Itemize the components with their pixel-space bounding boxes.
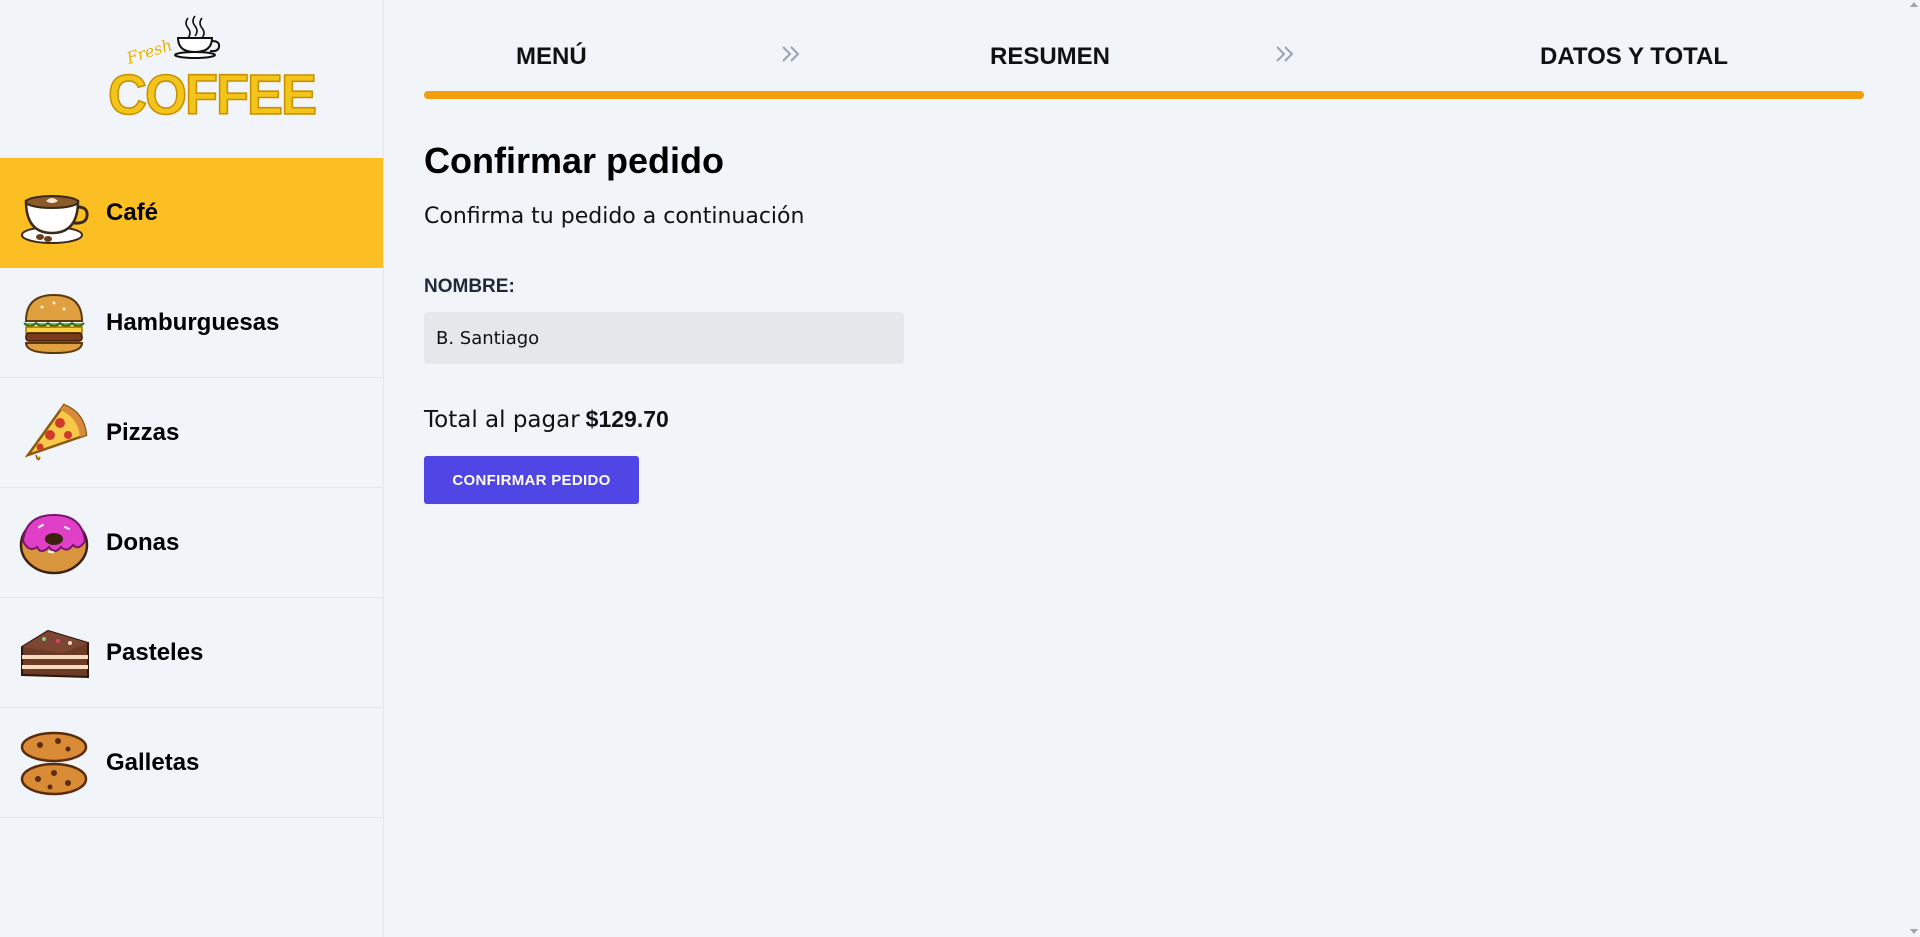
- category-item-donas[interactable]: Donas: [0, 488, 383, 598]
- double-chevron-right-icon: [782, 46, 800, 62]
- category-item-pasteles[interactable]: Pasteles: [0, 598, 383, 708]
- name-field-label: NOMBRE:: [424, 276, 515, 297]
- category-label: Café: [106, 198, 159, 226]
- burger-icon: [23, 293, 85, 354]
- category-label: Hamburguesas: [106, 308, 280, 336]
- category-item-hamburguesas[interactable]: Hamburguesas: [0, 268, 383, 378]
- cookies-icon: [20, 731, 88, 795]
- order-steps: MENÚ RESUMEN DATOS Y TOTAL: [424, 38, 1864, 78]
- donut-icon: [19, 513, 89, 574]
- step-resumen[interactable]: RESUMEN: [990, 43, 1110, 71]
- step-menu[interactable]: MENÚ: [516, 43, 587, 71]
- fresh-coffee-logo[interactable]: Fresh COFFEE: [100, 14, 318, 127]
- category-item-galletas[interactable]: Galletas: [0, 708, 383, 818]
- step-datos-y-total[interactable]: DATOS Y TOTAL: [1540, 43, 1728, 71]
- name-field[interactable]: [424, 312, 904, 364]
- logo-word-text: COFFEE: [107, 63, 318, 128]
- coffee-cup-logo-icon: [174, 15, 221, 59]
- category-label: Galletas: [106, 748, 200, 776]
- scroll-down-arrow-icon[interactable]: [1910, 929, 1918, 934]
- total-amount: $129.70: [585, 406, 669, 432]
- progress-bar-fill: [424, 91, 1864, 99]
- cake-slice-icon: [21, 629, 89, 678]
- category-item-cafe[interactable]: Café: [0, 158, 383, 268]
- page-title: Confirmar pedido: [424, 140, 725, 181]
- page-subtitle: Confirma tu pedido a continuación: [424, 204, 805, 229]
- double-chevron-right-icon: [1276, 46, 1294, 62]
- order-total: Total al pagar $129.70: [424, 406, 669, 433]
- category-label: Donas: [106, 528, 180, 556]
- pizza-slice-icon: [24, 402, 88, 460]
- sidebar: Fresh COFFEE Café Hamburguesas Pizzas Do…: [0, 0, 384, 937]
- coffee-cup-icon: [21, 194, 89, 244]
- progress-bar: [424, 91, 1864, 99]
- confirm-order-button[interactable]: CONFIRMAR PEDIDO: [424, 456, 639, 504]
- category-label: Pizzas: [106, 418, 180, 446]
- scroll-up-arrow-icon[interactable]: [1910, 2, 1918, 7]
- category-list: Café Hamburguesas Pizzas Donas Pasteles …: [0, 158, 383, 818]
- category-label: Pasteles: [106, 638, 204, 666]
- total-label: Total al pagar: [424, 407, 580, 433]
- category-item-pizzas[interactable]: Pizzas: [0, 378, 383, 488]
